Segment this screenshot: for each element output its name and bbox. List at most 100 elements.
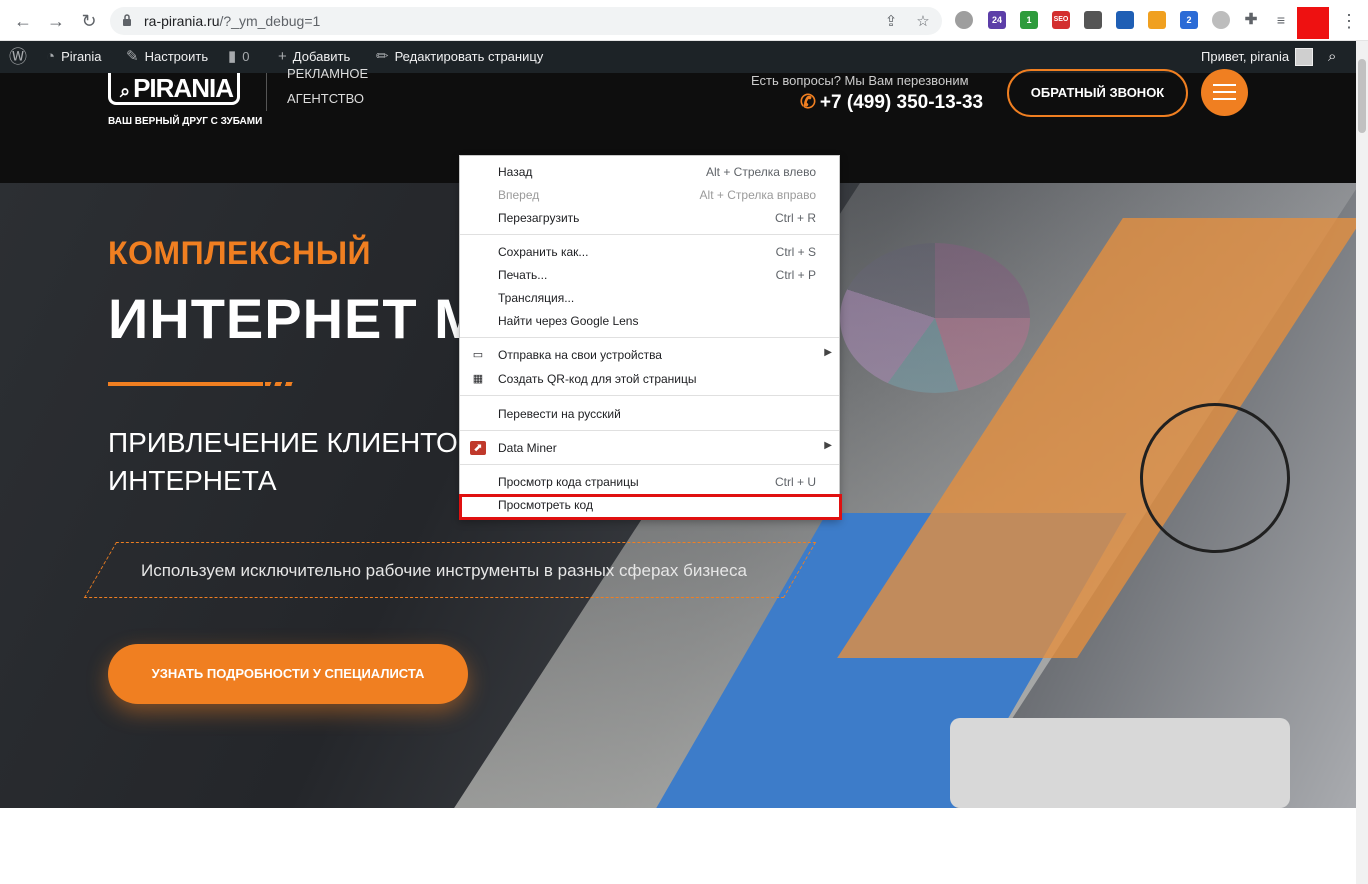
ctx-view-source[interactable]: Просмотр кода страницы Ctrl + U	[460, 471, 839, 494]
cta-button[interactable]: УЗНАТЬ ПОДРОБНОСТИ У СПЕЦИАЛИСТА	[108, 644, 468, 704]
comments-count: 0	[242, 49, 250, 64]
media-queue-icon[interactable]: ≡	[1272, 11, 1290, 29]
browser-toolbar: ← → ↻ ra-pirania.ru/?_ym_debug=1 ⇪ ☆ 24 …	[0, 0, 1368, 41]
data-miner-icon: ⬈	[470, 441, 486, 455]
page-scrollbar[interactable]	[1356, 41, 1368, 884]
reload-icon[interactable]: ↻	[78, 10, 100, 32]
callback-question: Есть вопросы? Мы Вам перезвоним	[751, 73, 969, 88]
wp-account[interactable]: Привет, pirania	[1201, 41, 1314, 73]
comment-icon: ▮	[228, 48, 237, 65]
ctx-google-lens[interactable]: Найти через Google Lens	[460, 310, 839, 333]
hero-subtitle-line1: ПРИВЛЕЧЕНИЕ КЛИЕНТОВ	[108, 427, 477, 458]
wordpress-logo-icon[interactable]: Ⓦ	[9, 41, 27, 73]
search-icon[interactable]: ⌕	[1328, 41, 1336, 73]
extension-seo-icon[interactable]: SEO	[1052, 11, 1070, 29]
logo-search-icon: ⌕	[120, 81, 134, 101]
ctx-forward[interactable]: Вперед Alt + Стрелка вправо	[460, 184, 839, 207]
ctx-save-as[interactable]: Сохранить как... Ctrl + S	[460, 241, 839, 264]
wp-edit-page[interactable]: ✏ Редактировать страницу	[376, 41, 543, 73]
logo-text: PIRANIA	[133, 73, 234, 103]
ctx-label: Data Miner	[498, 441, 557, 455]
laptop-keyboard-photo	[950, 718, 1290, 808]
submenu-arrow-icon: ▶	[824, 347, 832, 358]
callback-button[interactable]: ОБРАТНЫЙ ЗВОНОК	[1007, 69, 1188, 117]
header-divider	[266, 73, 267, 111]
ctx-print[interactable]: Печать... Ctrl + P	[460, 264, 839, 287]
extension-orange-icon[interactable]	[1148, 11, 1166, 29]
ctx-back[interactable]: Назад Alt + Стрелка влево	[460, 161, 839, 184]
plus-icon: +	[278, 48, 287, 65]
ctx-shortcut: Alt + Стрелка влево	[705, 165, 816, 179]
ctx-shortcut: Ctrl + S	[775, 245, 816, 259]
phone-link[interactable]: ✆ +7 (499) 350-13-33	[800, 91, 983, 114]
ctx-label: Печать...	[498, 268, 548, 282]
ctx-label: Найти через Google Lens	[498, 314, 639, 328]
menu-line	[1213, 91, 1236, 93]
ctx-shortcut: Ctrl + P	[775, 268, 816, 282]
forward-icon[interactable]: →	[45, 10, 67, 32]
ctx-label: Создать QR-код для этой страницы	[498, 372, 697, 386]
ctx-reload[interactable]: Перезагрузить Ctrl + R	[460, 207, 839, 230]
share-icon[interactable]: ⇪	[882, 13, 900, 31]
dashboard-icon: ◔	[46, 48, 56, 65]
ctx-separator	[460, 464, 839, 465]
ctx-cast[interactable]: Трансляция...	[460, 287, 839, 310]
inspect-highlight-box	[459, 494, 842, 520]
ctx-label: Перевести на русский	[498, 407, 621, 421]
ctx-shortcut: Alt + Стрелка вправо	[699, 188, 816, 202]
ctx-label: Вперед	[498, 188, 540, 202]
ctx-label: Трансляция...	[498, 291, 575, 305]
browser-menu-icon[interactable]: ⋮	[1340, 12, 1358, 30]
extension-link-icon[interactable]	[1212, 11, 1230, 29]
puzzle-icon[interactable]: ✚	[1242, 11, 1260, 29]
profile-avatar[interactable]	[1297, 7, 1329, 39]
agency-line-1: РЕКЛАМНОЕ	[287, 66, 369, 81]
hamburger-menu-button[interactable]	[1201, 69, 1248, 116]
extension-flag-icon[interactable]	[1084, 11, 1102, 29]
hero-tagline: Используем исключительно рабочие инструм…	[141, 561, 747, 580]
wp-customize[interactable]: ✎ Настроить	[126, 41, 208, 73]
hero-underline	[108, 382, 263, 386]
site-name-label: Pirania	[61, 49, 102, 64]
extension-plane-icon[interactable]	[1116, 11, 1134, 29]
ctx-data-miner[interactable]: ⬈ Data Miner ▶	[460, 437, 839, 460]
ctx-separator	[460, 234, 839, 235]
ctx-separator	[460, 430, 839, 431]
avatar	[1295, 48, 1314, 66]
menu-line	[1213, 84, 1236, 86]
phone-icon: ✆	[800, 92, 816, 113]
edit-page-label: Редактировать страницу	[394, 49, 544, 64]
pencil-icon: ✏	[376, 48, 389, 65]
context-menu: Назад Alt + Стрелка влево Вперед Alt + Стр…	[459, 155, 842, 520]
hero-kicker: КОМПЛЕКСНЫЙ	[108, 235, 372, 271]
wp-site-name[interactable]: ◔ Pirania	[46, 41, 102, 73]
ctx-label: Назад	[498, 165, 533, 179]
bookmark-star-icon[interactable]: ☆	[914, 13, 932, 31]
ctx-send-to-devices[interactable]: ▭ Отправка на свои устройства ▶	[460, 344, 839, 367]
wp-comments[interactable]: ▮ 0	[228, 41, 250, 73]
agency-line-2: АГЕНТСТВО	[287, 91, 364, 106]
ctx-separator	[460, 337, 839, 338]
extension-24-icon[interactable]: 24	[988, 11, 1006, 29]
scrollbar-thumb[interactable]	[1358, 59, 1366, 133]
submenu-arrow-icon: ▶	[824, 440, 832, 451]
extension-1-icon[interactable]: 1	[1020, 11, 1038, 29]
menu-line	[1213, 98, 1236, 100]
phone-number: +7 (499) 350-13-33	[819, 92, 984, 113]
extension-code-icon[interactable]: 2	[1180, 11, 1198, 29]
ctx-label: Просмотр кода страницы	[498, 475, 639, 489]
customize-label: Настроить	[144, 49, 209, 64]
back-icon[interactable]: ←	[12, 10, 34, 32]
address-bar[interactable]: ra-pirania.ru/?_ym_debug=1 ⇪ ☆	[110, 7, 942, 35]
extension-grey-icon[interactable]	[955, 11, 973, 29]
site-logo[interactable]: ⌕ PIRANIA	[120, 73, 234, 104]
hero-subtitle-line2: ИНТЕРНЕТА	[108, 465, 277, 496]
ctx-label: Перезагрузить	[498, 211, 580, 225]
lock-icon	[123, 14, 131, 26]
ctx-translate[interactable]: Перевести на русский	[460, 403, 839, 426]
brush-icon: ✎	[126, 48, 139, 65]
ctx-shortcut: Ctrl + R	[774, 211, 816, 225]
ctx-label: Сохранить как...	[498, 245, 589, 259]
ctx-qr-code[interactable]: ▦ Создать QR-код для этой страницы	[460, 368, 839, 391]
ctx-label: Отправка на свои устройства	[498, 348, 662, 362]
